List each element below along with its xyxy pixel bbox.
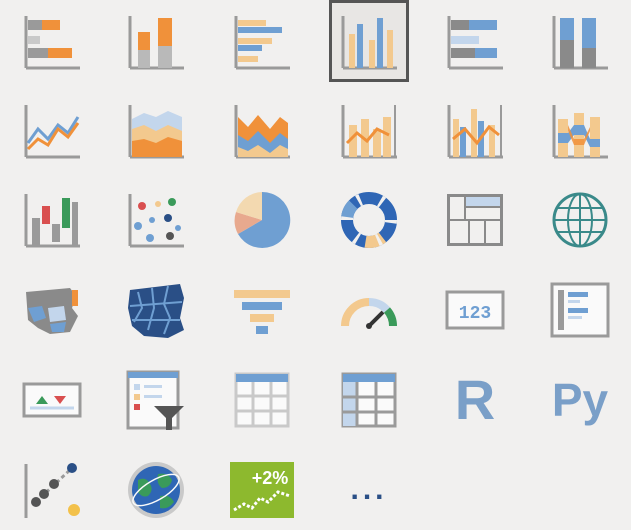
- waterfall-chart-icon: [24, 194, 80, 248]
- python-visual-icon: Py: [551, 374, 609, 426]
- waterfall-chart-button[interactable]: [2, 180, 102, 260]
- line-chart-button[interactable]: [2, 91, 102, 171]
- key-influencers-icon: [24, 463, 80, 518]
- table-button[interactable]: [212, 360, 312, 440]
- matrix-button[interactable]: [319, 360, 419, 440]
- r-script-visual-button[interactable]: R: [425, 360, 525, 440]
- custom-kpi-visual-button[interactable]: +2%: [212, 450, 312, 530]
- globe-map-icon: [552, 192, 608, 248]
- percent-stacked-bar-chart-icon: [447, 16, 503, 70]
- stacked-area-chart-icon: [234, 105, 290, 159]
- line-stacked-column-chart-button[interactable]: [319, 91, 419, 171]
- kpi-delta-text: +2%: [252, 468, 289, 488]
- ribbon-chart-button[interactable]: [530, 91, 630, 171]
- filled-map-button[interactable]: [2, 270, 102, 350]
- python-visual-button[interactable]: Py: [530, 360, 630, 440]
- treemap-icon: [447, 194, 503, 246]
- donut-chart-icon: [341, 192, 397, 248]
- r-script-icon: R: [454, 368, 496, 431]
- key-influencers-button[interactable]: [2, 450, 102, 530]
- ellipsis-icon: ...: [350, 473, 388, 506]
- stacked-bar-chart-button[interactable]: [2, 2, 102, 82]
- clustered-bar-chart-icon: [234, 16, 290, 70]
- clustered-column-chart-icon: [341, 16, 397, 70]
- shape-map-button[interactable]: [106, 270, 206, 350]
- funnel-button[interactable]: [212, 270, 312, 350]
- scatter-chart-button[interactable]: [106, 180, 206, 260]
- more-visuals-button[interactable]: ...: [319, 450, 419, 530]
- slicer-icon: [126, 370, 184, 430]
- card-value: 123: [459, 304, 491, 324]
- percent-stacked-bar-chart-button[interactable]: [425, 2, 525, 82]
- line-clustered-column-chart-icon: [447, 105, 503, 159]
- kpi-icon: [22, 382, 82, 418]
- globe-map-button[interactable]: [530, 180, 630, 260]
- visualizations-gallery: 123 R Py +2% ...: [0, 0, 631, 526]
- ribbon-chart-icon: [552, 105, 608, 159]
- multi-row-card-icon: [550, 282, 610, 338]
- treemap-button[interactable]: [425, 180, 525, 260]
- kpi-button[interactable]: [2, 360, 102, 440]
- percent-stacked-column-chart-button[interactable]: [530, 2, 630, 82]
- percent-stacked-column-chart-icon: [552, 16, 608, 70]
- donut-chart-button[interactable]: [319, 180, 419, 260]
- line-chart-icon: [24, 105, 80, 159]
- stacked-column-chart-button[interactable]: [106, 2, 206, 82]
- table-icon: [234, 372, 290, 428]
- slicer-button[interactable]: [106, 360, 206, 440]
- custom-kpi-icon: +2%: [230, 462, 294, 518]
- card-icon: 123: [445, 290, 505, 330]
- card-button[interactable]: 123: [425, 270, 525, 350]
- clustered-bar-chart-button[interactable]: [212, 2, 312, 82]
- line-stacked-column-chart-icon: [341, 105, 397, 159]
- filled-map-icon: [26, 288, 78, 334]
- stacked-area-chart-button[interactable]: [212, 91, 312, 171]
- shape-map-icon: [128, 284, 184, 338]
- arcgis-globe-icon: [128, 462, 184, 518]
- matrix-icon: [341, 372, 397, 428]
- gauge-icon: [341, 297, 398, 329]
- multi-row-card-button[interactable]: [530, 270, 630, 350]
- arcgis-maps-button[interactable]: [106, 450, 206, 530]
- pie-chart-icon: [234, 191, 291, 248]
- pie-chart-button[interactable]: [212, 180, 312, 260]
- line-clustered-column-chart-button[interactable]: [425, 91, 525, 171]
- stacked-column-chart-icon: [128, 16, 184, 70]
- area-chart-button[interactable]: [106, 91, 206, 171]
- gauge-button[interactable]: [319, 270, 419, 350]
- clustered-column-chart-button[interactable]: [319, 2, 419, 82]
- scatter-chart-icon: [128, 194, 184, 248]
- area-chart-icon: [128, 105, 184, 159]
- stacked-bar-chart-icon: [24, 16, 80, 70]
- funnel-icon: [234, 290, 290, 334]
